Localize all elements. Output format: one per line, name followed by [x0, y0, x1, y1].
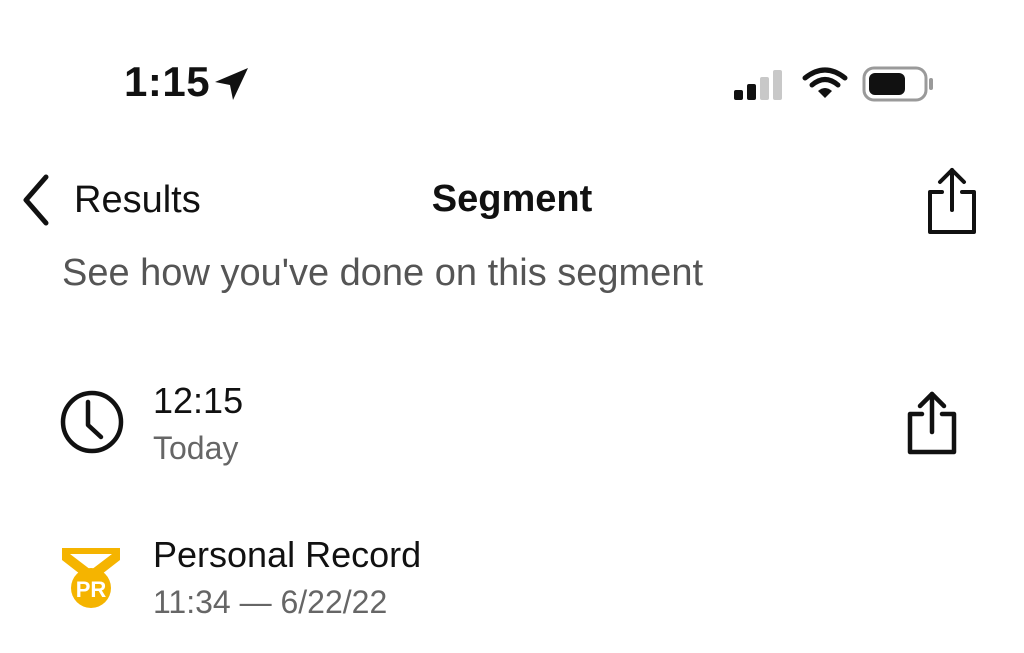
battery-icon	[862, 66, 933, 102]
share-icon[interactable]	[902, 390, 962, 456]
personal-record-title: Personal Record	[153, 534, 422, 575]
personal-record-detail: 11:34 — 6/22/22	[153, 584, 388, 620]
pr-medal-icon: PR	[62, 548, 120, 608]
cellular-signal-icon	[734, 70, 782, 100]
page-subtitle: See how you've done on this segment	[62, 252, 704, 294]
location-arrow-icon	[215, 68, 248, 100]
navigation-bar: Results Segment	[0, 160, 1024, 240]
pr-label: PR	[76, 577, 107, 602]
wifi-icon	[802, 67, 848, 98]
page-title: Segment	[431, 178, 593, 220]
effort-row-time[interactable]: 12:15 Today	[0, 376, 1024, 476]
personal-record-row[interactable]: PR Personal Record 11:34 — 6/22/22	[0, 530, 1024, 630]
status-time: 1:15	[124, 58, 211, 105]
effort-time: 12:15	[153, 380, 244, 421]
status-bar: 1:15	[0, 0, 1024, 130]
share-icon[interactable]	[922, 166, 982, 236]
effort-date: Today	[153, 430, 239, 466]
clock-icon	[60, 390, 124, 454]
